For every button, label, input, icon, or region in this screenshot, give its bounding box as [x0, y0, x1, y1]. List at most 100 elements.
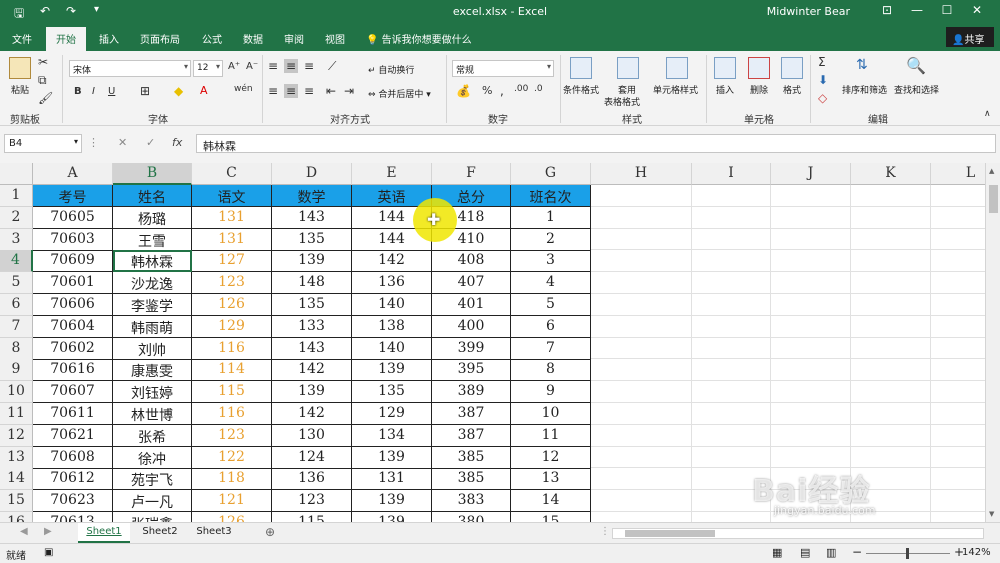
table-cell[interactable]: 136	[352, 272, 432, 295]
table-cell[interactable]: 118	[192, 468, 272, 491]
find-select-button[interactable]: 查找和选择	[894, 83, 939, 96]
paste-button[interactable]: 粘贴	[11, 83, 29, 96]
table-cell[interactable]: 杨璐	[113, 206, 192, 229]
table-cell[interactable]: 380	[432, 512, 511, 522]
table-cell[interactable]: 刘帅	[113, 337, 192, 360]
table-header-cell[interactable]: 班名次	[511, 185, 591, 207]
delete-cells-button[interactable]: 删除	[750, 83, 768, 96]
zoom-out-icon[interactable]: −	[852, 545, 862, 559]
tab-file[interactable]: 文件	[12, 31, 32, 46]
column-header-e[interactable]: E	[352, 163, 432, 185]
table-cell[interactable]: 12	[511, 446, 591, 469]
font-size-select[interactable]: 12 ▾	[193, 60, 223, 77]
table-cell[interactable]: 康惠雯	[113, 359, 192, 382]
table-cell[interactable]: 126	[192, 512, 272, 522]
percent-icon[interactable]: %	[482, 84, 492, 97]
table-cell[interactable]: 70601	[33, 272, 113, 295]
table-cell[interactable]: 13	[511, 468, 591, 491]
align-left-icon[interactable]: ≡	[268, 84, 278, 98]
table-cell[interactable]: 70613	[33, 512, 113, 522]
formula-input[interactable]: 韩林霖	[196, 134, 996, 153]
table-cell[interactable]: 387	[432, 403, 511, 425]
align-right-icon[interactable]: ≡	[304, 84, 314, 98]
table-cell[interactable]: 123	[272, 490, 352, 513]
table-cell[interactable]: 143	[272, 206, 352, 229]
table-cell[interactable]: 70616	[33, 359, 113, 382]
borders-icon[interactable]: ⊞	[140, 84, 150, 98]
format-cells-button[interactable]: 格式	[783, 83, 801, 96]
table-cell[interactable]: 138	[352, 315, 432, 338]
table-cell[interactable]: 142	[352, 250, 432, 273]
page-layout-view-icon[interactable]: ▤	[800, 546, 810, 559]
table-cell[interactable]: 385	[432, 468, 511, 491]
table-cell[interactable]: 136	[272, 468, 352, 491]
confirm-entry-icon[interactable]: ✓	[146, 136, 155, 149]
delete-cells-icon[interactable]	[748, 57, 770, 79]
row-header-11[interactable]: 11	[0, 403, 33, 425]
row-header-9[interactable]: 9	[0, 359, 33, 382]
vertical-scroll-thumb[interactable]	[989, 185, 998, 213]
row-header-8[interactable]: 8	[0, 337, 33, 360]
font-color-icon[interactable]: A	[200, 84, 208, 97]
tab-formulas[interactable]: 公式	[202, 31, 222, 46]
row-header-6[interactable]: 6	[0, 294, 33, 316]
table-cell[interactable]: 142	[272, 403, 352, 425]
table-cell[interactable]: 122	[192, 446, 272, 469]
row-header-16[interactable]: 16	[0, 512, 33, 522]
column-header-h[interactable]: H	[591, 163, 692, 185]
conditional-formatting-button[interactable]: 条件格式	[563, 83, 599, 96]
table-cell[interactable]: 139	[272, 250, 352, 273]
table-cell[interactable]: 123	[192, 272, 272, 295]
underline-icon[interactable]: U	[108, 86, 115, 97]
table-cell[interactable]: 70603	[33, 228, 113, 251]
tab-data[interactable]: 数据	[243, 31, 263, 46]
scroll-up-icon[interactable]: ▲	[989, 167, 994, 175]
sort-filter-icon[interactable]: ⇅	[856, 57, 868, 73]
scroll-left-icon[interactable]: ◀	[20, 526, 28, 537]
table-cell[interactable]: 143	[272, 337, 352, 360]
paste-icon[interactable]	[9, 57, 31, 79]
table-cell[interactable]: 389	[432, 381, 511, 404]
font-name-select[interactable]: 宋体 ▾	[69, 60, 191, 77]
table-cell[interactable]: 刘钰婷	[113, 381, 192, 404]
table-cell[interactable]: 沙龙逸	[113, 272, 192, 295]
decrease-decimal-icon[interactable]: .0	[534, 84, 543, 94]
table-cell[interactable]: 401	[432, 294, 511, 316]
table-cell[interactable]: 139	[352, 446, 432, 469]
table-cell[interactable]: 卢一凡	[113, 490, 192, 513]
sort-filter-button[interactable]: 排序和筛选	[842, 83, 887, 96]
add-sheet-icon[interactable]: ⊕	[265, 525, 275, 539]
table-cell[interactable]: 140	[352, 294, 432, 316]
table-cell[interactable]: 135	[352, 381, 432, 404]
orientation-icon[interactable]: ⟋	[328, 59, 336, 74]
horizontal-scrollbar[interactable]	[612, 528, 984, 539]
format-painter-icon[interactable]: 🖌	[38, 91, 53, 105]
table-cell[interactable]: 134	[352, 424, 432, 447]
horizontal-scroll-thumb[interactable]	[625, 530, 715, 537]
tab-view[interactable]: 视图	[325, 31, 345, 46]
row-header-1[interactable]: 1	[0, 185, 33, 207]
increase-font-icon[interactable]: A⁺	[228, 61, 240, 72]
autosum-icon[interactable]: Σ	[818, 55, 826, 69]
table-cell[interactable]: 135	[272, 228, 352, 251]
insert-cells-button[interactable]: 插入	[716, 83, 734, 96]
align-center-icon[interactable]: ≡	[284, 84, 299, 98]
wrap-text-button[interactable]: ↵ 自动换行	[368, 63, 414, 76]
table-cell[interactable]: 70605	[33, 206, 113, 229]
comma-style-icon[interactable]: ,	[500, 84, 504, 98]
table-header-cell[interactable]: 数学	[272, 185, 352, 207]
number-format-select[interactable]: 常规 ▾	[452, 60, 554, 77]
table-cell[interactable]: 116	[192, 403, 272, 425]
table-cell[interactable]: 林世博	[113, 403, 192, 425]
table-cell[interactable]: 142	[272, 359, 352, 382]
table-cell[interactable]: 徐冲	[113, 446, 192, 469]
sheet-tab-sheet3[interactable]: Sheet3	[188, 523, 240, 543]
table-cell[interactable]: 70609	[33, 250, 113, 273]
table-cell[interactable]: 129	[352, 403, 432, 425]
table-cell[interactable]: 383	[432, 490, 511, 513]
ribbon-display-icon[interactable]: ⊡	[872, 3, 902, 17]
column-header-d[interactable]: D	[272, 163, 352, 185]
decrease-font-icon[interactable]: A⁻	[246, 61, 258, 72]
table-cell[interactable]: 14	[511, 490, 591, 513]
table-cell[interactable]: 15	[511, 512, 591, 522]
